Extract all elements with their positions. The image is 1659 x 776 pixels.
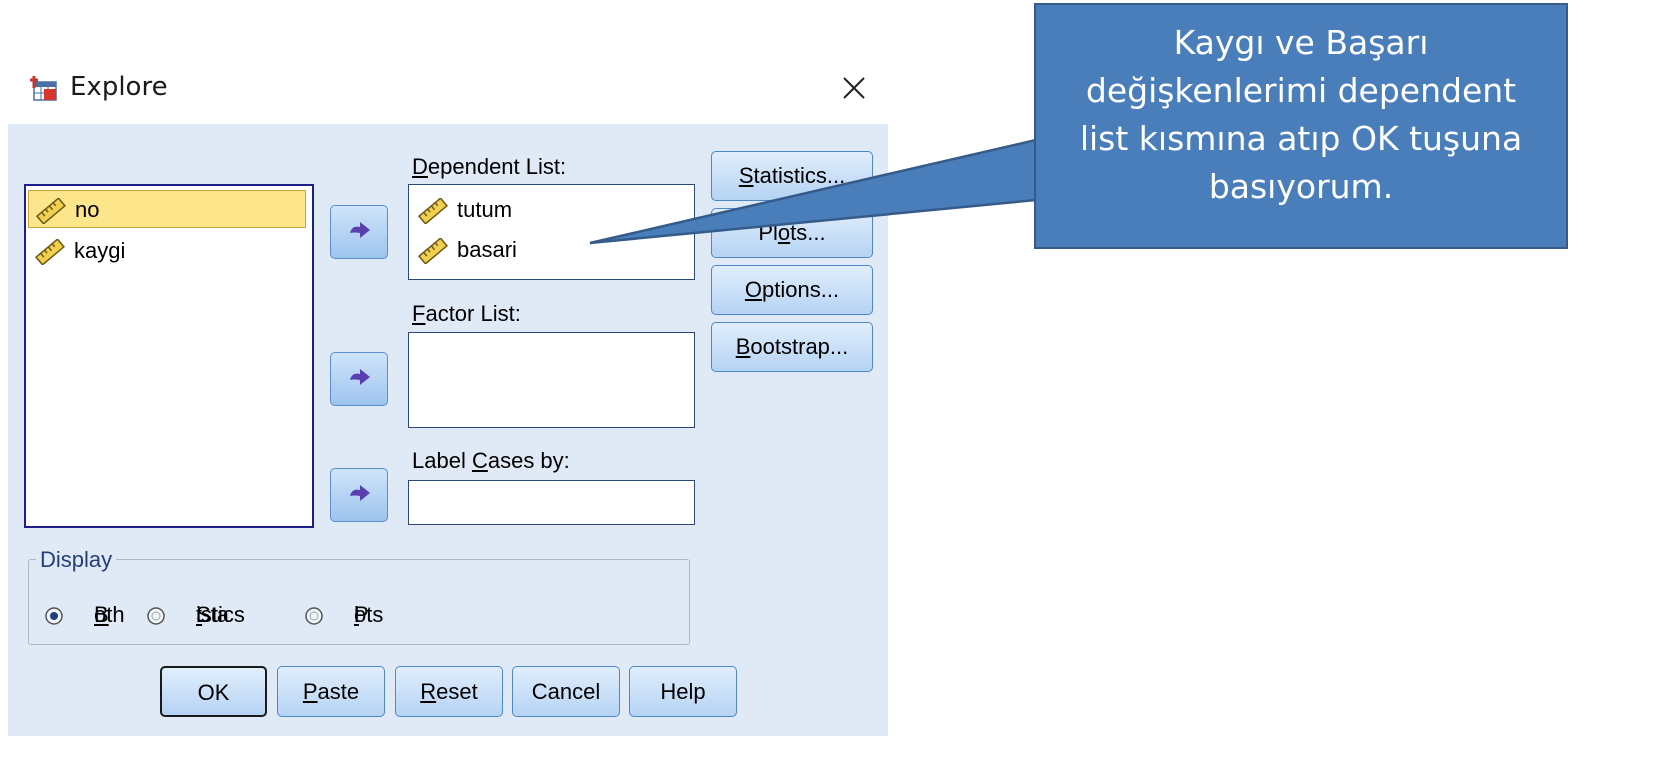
close-x-icon[interactable]: [836, 70, 872, 106]
source-variable-list[interactable]: no kaygi: [24, 184, 314, 528]
scale-ruler-icon: [418, 238, 448, 264]
label-cases-label: Label Cases by:: [412, 448, 570, 473]
right-arrow-icon: [350, 485, 370, 501]
statistics-button[interactable]: Statistics...: [711, 151, 873, 201]
title-bar: Explore: [0, 60, 900, 120]
scale-ruler-icon: [418, 198, 448, 224]
label-cases-field[interactable]: [408, 480, 695, 525]
variable-label: tutum: [457, 197, 513, 222]
radio-unchecked-icon: [305, 607, 323, 625]
reset-button[interactable]: Reset: [395, 666, 503, 717]
help-button[interactable]: Help: [629, 666, 737, 717]
radio-checked-icon: [45, 607, 63, 625]
display-legend: Display: [36, 547, 117, 573]
callout-line-1: Kaygı ve Başarı: [1173, 23, 1429, 62]
source-list-item-no[interactable]: no: [28, 190, 306, 228]
dependent-list-label: Dependent List:: [412, 154, 567, 179]
plots-button[interactable]: Plots...: [711, 208, 873, 258]
right-arrow-icon: [350, 369, 370, 385]
window-title: Explore: [70, 72, 168, 102]
variable-label: no: [75, 197, 100, 222]
callout-line-2: değişkenlerimi dependent: [1085, 71, 1517, 110]
dependent-list[interactable]: tutum basari: [408, 184, 695, 280]
variable-label: kaygi: [74, 238, 126, 263]
factor-list[interactable]: [408, 332, 695, 428]
move-to-dependent-button[interactable]: [330, 205, 388, 259]
annotation-callout: Kaygı ve Başarı değişkenlerimi dependent…: [1034, 3, 1568, 249]
ok-button[interactable]: OK: [160, 666, 267, 717]
callout-line-3: list kısmına atıp OK tuşuna: [1079, 119, 1523, 158]
dependent-list-item-tutum[interactable]: tutum: [411, 191, 681, 229]
right-arrow-icon: [350, 222, 370, 238]
source-list-item-kaygi[interactable]: kaygi: [28, 232, 306, 270]
move-to-label-cases-button[interactable]: [330, 468, 388, 522]
variable-label: basari: [457, 237, 517, 262]
dependent-list-item-basari[interactable]: basari: [411, 231, 681, 269]
scale-ruler-icon: [35, 239, 65, 265]
spss-explore-icon: [28, 74, 58, 102]
options-button[interactable]: Options...: [711, 265, 873, 315]
radio-unchecked-icon: [147, 607, 165, 625]
cancel-button[interactable]: Cancel: [512, 666, 620, 717]
bootstrap-button[interactable]: Bootstrap...: [711, 322, 873, 372]
paste-button[interactable]: Paste: [277, 666, 385, 717]
move-to-factor-button[interactable]: [330, 352, 388, 406]
callout-line-4: basıyorum.: [1208, 167, 1394, 206]
factor-list-label: Factor List:: [412, 301, 521, 326]
scale-ruler-icon: [36, 198, 66, 224]
